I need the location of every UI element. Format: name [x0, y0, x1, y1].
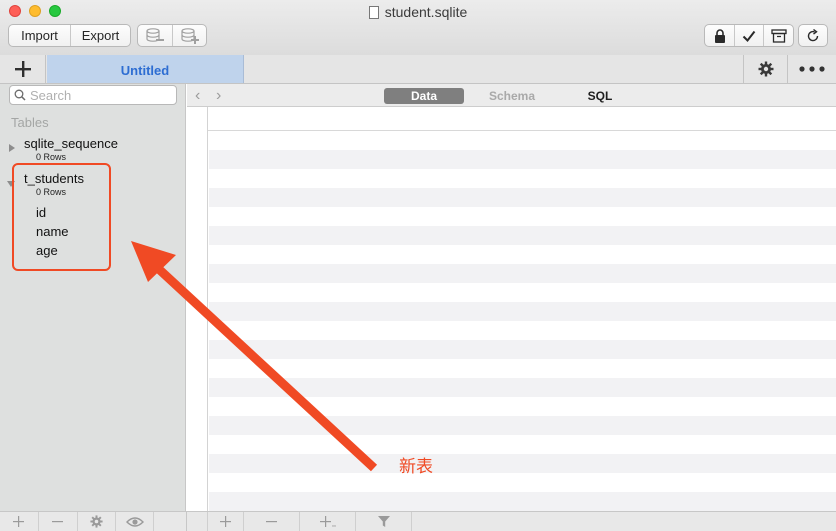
add-row-button[interactable]: [208, 512, 244, 531]
archive-button[interactable]: [763, 25, 793, 46]
tab-bar: Untitled: [0, 55, 836, 84]
tables-section-header: Tables: [11, 115, 49, 130]
grid-column-header: [208, 107, 836, 131]
search-box[interactable]: [9, 85, 177, 105]
forward-arrow-icon[interactable]: ›: [216, 87, 221, 105]
minus-icon: [266, 521, 277, 523]
archive-icon: [770, 28, 787, 43]
plus-menu-icon: [319, 516, 336, 527]
eye-icon: [125, 516, 144, 527]
grid-toolbar: [187, 511, 836, 531]
plus-icon: [14, 61, 31, 77]
gear-icon: [90, 515, 103, 528]
add-table-button[interactable]: [0, 512, 39, 531]
sidebar-settings-button[interactable]: [78, 512, 117, 531]
database-actions-group: [137, 24, 207, 47]
content-nav-bar: ‹ › Data Schema SQL: [187, 84, 836, 107]
add-column-button[interactable]: [300, 512, 356, 531]
row-number-gutter: [187, 107, 208, 511]
titlebar: student.sqlite Import Export: [0, 0, 836, 56]
sidebar-bottom-spacer: [154, 512, 186, 531]
gear-icon: [758, 61, 773, 77]
database-plus-icon: [180, 27, 199, 44]
annotation-label: 新表: [399, 457, 433, 477]
filter-button[interactable]: [356, 512, 412, 531]
data-grid[interactable]: [187, 107, 836, 511]
lock-button[interactable]: [705, 25, 734, 46]
minus-icon: [52, 521, 64, 523]
more-options-button[interactable]: [787, 55, 836, 83]
tab-sql[interactable]: SQL: [560, 88, 640, 104]
checkmark-icon: [742, 30, 756, 42]
refresh-icon: [807, 28, 819, 41]
grid-toolbar-spacer: [187, 512, 208, 531]
sidebar-toolbar: [0, 511, 187, 531]
sidebar-table-sqlite-sequence[interactable]: sqlite_sequence: [24, 136, 118, 151]
commit-button[interactable]: [734, 25, 763, 46]
grid-body[interactable]: [209, 131, 836, 511]
refresh-button[interactable]: [799, 25, 827, 46]
tab-untitled[interactable]: Untitled: [47, 55, 244, 83]
app-window: student.sqlite Import Export Untitled Se…: [0, 0, 836, 531]
add-tab-button[interactable]: [0, 55, 46, 83]
database-minus-icon: [146, 27, 164, 42]
ellipsis-icon: [799, 66, 825, 72]
import-button[interactable]: Import: [9, 25, 70, 46]
lock-icon: [714, 28, 725, 43]
export-button[interactable]: Export: [70, 25, 130, 46]
remove-table-button[interactable]: [39, 512, 78, 531]
plus-icon: [220, 516, 231, 527]
settings-button[interactable]: [743, 55, 787, 83]
tab-data[interactable]: Data: [384, 88, 464, 104]
sidebar: Tables sqlite_sequence 0 Rows t_students…: [0, 84, 186, 511]
table-row-count: 0 Rows: [36, 152, 67, 162]
remove-database-button[interactable]: [138, 25, 172, 46]
annotation-highlight-box: [12, 163, 111, 271]
back-arrow-icon[interactable]: ‹: [195, 87, 200, 105]
add-database-button[interactable]: [172, 25, 206, 46]
tab-schema[interactable]: Schema: [474, 88, 550, 104]
window-title-text: student.sqlite: [384, 4, 468, 20]
search-icon: [10, 89, 30, 101]
plus-icon: [13, 516, 25, 527]
filter-icon: [377, 516, 390, 527]
preview-button[interactable]: [116, 512, 155, 531]
import-export-group: Import Export: [8, 24, 131, 47]
transaction-group: [704, 24, 794, 47]
remove-row-button[interactable]: [244, 512, 300, 531]
search-input[interactable]: [30, 87, 170, 103]
refresh-group: [798, 24, 828, 47]
document-icon: [368, 6, 379, 19]
disclosure-collapsed-icon[interactable]: [9, 144, 15, 152]
window-title: student.sqlite: [0, 4, 836, 20]
